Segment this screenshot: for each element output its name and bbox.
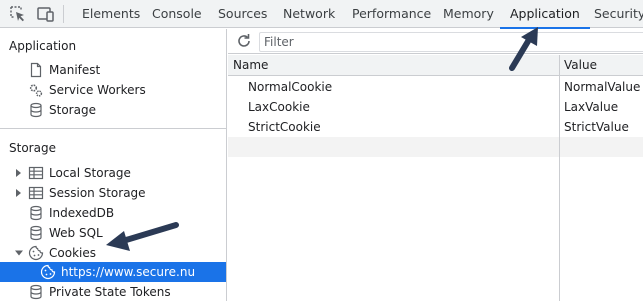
- filter-input[interactable]: [259, 32, 643, 52]
- cookie-value-cell: StrictValue: [564, 120, 629, 134]
- sidebar-item-label: Web SQL: [49, 226, 103, 240]
- expand-arrow-icon[interactable]: [15, 167, 23, 179]
- column-header-value[interactable]: Value: [564, 58, 597, 72]
- devtools-tab-bar: Elements Console Sources Network Perform…: [0, 0, 643, 29]
- sidebar-item-service-workers[interactable]: Service Workers: [0, 80, 226, 100]
- sidebar-item-label: Cookies: [49, 246, 96, 260]
- sidebar-item-cookie-origin[interactable]: https://www.secure.nu: [0, 262, 226, 282]
- table-row[interactable]: StrictCookie StrictValue: [228, 117, 643, 137]
- database-icon: [28, 102, 44, 118]
- tab-performance[interactable]: Performance: [352, 0, 431, 28]
- sidebar-item-web-sql[interactable]: Web SQL: [0, 223, 226, 243]
- storage-section-title: Storage: [9, 141, 56, 155]
- gears-icon: [28, 82, 44, 98]
- column-header-name[interactable]: Name: [233, 58, 268, 72]
- collapse-arrow-icon[interactable]: [15, 247, 23, 259]
- tab-application[interactable]: Application: [500, 0, 590, 29]
- database-icon: [28, 205, 44, 221]
- sidebar-item-label: Session Storage: [49, 186, 146, 200]
- cookie-value-cell: NormalValue: [564, 80, 641, 94]
- application-sidebar: Application Manifest Service Workers Sto…: [0, 29, 227, 301]
- sidebar-item-manifest[interactable]: Manifest: [0, 60, 226, 80]
- tab-sources[interactable]: Sources: [218, 0, 267, 28]
- table-grid-icon: [28, 165, 44, 181]
- cookie-name-cell: LaxCookie: [248, 100, 310, 114]
- cookie-name-cell: StrictCookie: [248, 120, 321, 134]
- cookies-toolbar: [228, 29, 643, 54]
- database-icon: [28, 225, 44, 241]
- device-toolbar-icon[interactable]: [36, 4, 56, 24]
- tab-console[interactable]: Console: [152, 0, 202, 28]
- sidebar-item-local-storage[interactable]: Local Storage: [0, 163, 226, 183]
- sidebar-item-label: https://www.secure.nu: [61, 265, 196, 279]
- sidebar-item-label: Local Storage: [49, 166, 131, 180]
- table-row[interactable]: LaxCookie LaxValue: [228, 97, 643, 117]
- tab-security[interactable]: Security: [594, 0, 643, 28]
- sidebar-item-label: IndexedDB: [49, 206, 115, 220]
- table-grid-icon: [28, 185, 44, 201]
- application-section-title: Application: [9, 39, 77, 53]
- sidebar-item-label: Private State Tokens: [49, 285, 171, 299]
- cookie-name-cell: NormalCookie: [248, 80, 333, 94]
- cookie-icon: [40, 264, 56, 280]
- document-icon: [28, 62, 44, 78]
- expand-arrow-icon[interactable]: [15, 187, 23, 199]
- empty-table-row[interactable]: [228, 137, 643, 157]
- sidebar-item-storage[interactable]: Storage: [0, 100, 226, 120]
- sidebar-item-indexeddb[interactable]: IndexedDB: [0, 203, 226, 223]
- column-divider[interactable]: [559, 55, 560, 301]
- tab-memory[interactable]: Memory: [443, 0, 494, 28]
- sidebar-item-label: Service Workers: [49, 83, 146, 97]
- tab-network[interactable]: Network: [283, 0, 335, 28]
- sidebar-item-cookies[interactable]: Cookies: [0, 243, 226, 263]
- sidebar-item-label: Manifest: [49, 63, 101, 77]
- toolbar-separator: [63, 5, 64, 23]
- database-icon: [28, 284, 44, 300]
- section-divider: [0, 128, 226, 129]
- cookies-table: Name Value NormalCookie NormalValue LaxC…: [228, 55, 643, 301]
- table-header: Name Value: [228, 55, 643, 76]
- cookie-icon: [28, 245, 44, 261]
- cookie-value-cell: LaxValue: [564, 100, 619, 114]
- refresh-icon[interactable]: [235, 32, 253, 50]
- inspect-element-icon[interactable]: [8, 4, 28, 24]
- sidebar-item-session-storage[interactable]: Session Storage: [0, 183, 226, 203]
- tab-elements[interactable]: Elements: [82, 0, 140, 28]
- table-row[interactable]: NormalCookie NormalValue: [228, 77, 643, 97]
- sidebar-item-private-state-tokens[interactable]: Private State Tokens: [0, 282, 226, 301]
- sidebar-item-label: Storage: [49, 103, 96, 117]
